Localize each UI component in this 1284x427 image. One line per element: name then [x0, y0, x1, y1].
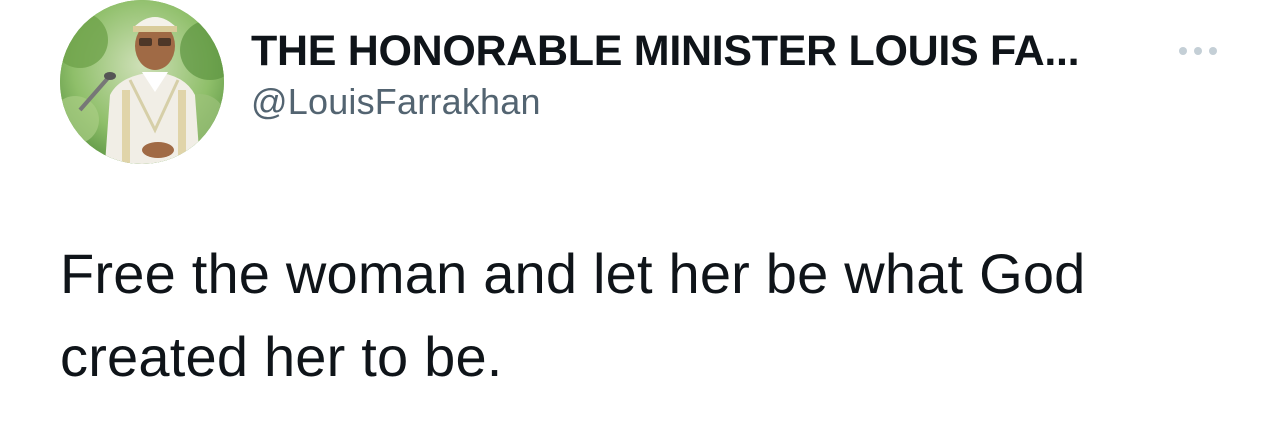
tweet-text: Free the woman and let her be what God c…	[60, 242, 1086, 388]
tweet-header: THE HONORABLE MINISTER LOUIS FA... @Loui…	[0, 0, 1284, 180]
avatar-image	[60, 0, 224, 164]
more-options-button[interactable]	[1168, 34, 1228, 68]
tweet-card: THE HONORABLE MINISTER LOUIS FA... @Loui…	[0, 0, 1284, 427]
more-horizontal-icon	[1179, 47, 1217, 55]
author-display-name[interactable]: THE HONORABLE MINISTER LOUIS FA...	[251, 26, 1181, 76]
author-block: THE HONORABLE MINISTER LOUIS FA... @Loui…	[251, 26, 1181, 124]
author-handle[interactable]: @LouisFarrakhan	[251, 80, 1181, 124]
avatar[interactable]	[60, 0, 224, 164]
